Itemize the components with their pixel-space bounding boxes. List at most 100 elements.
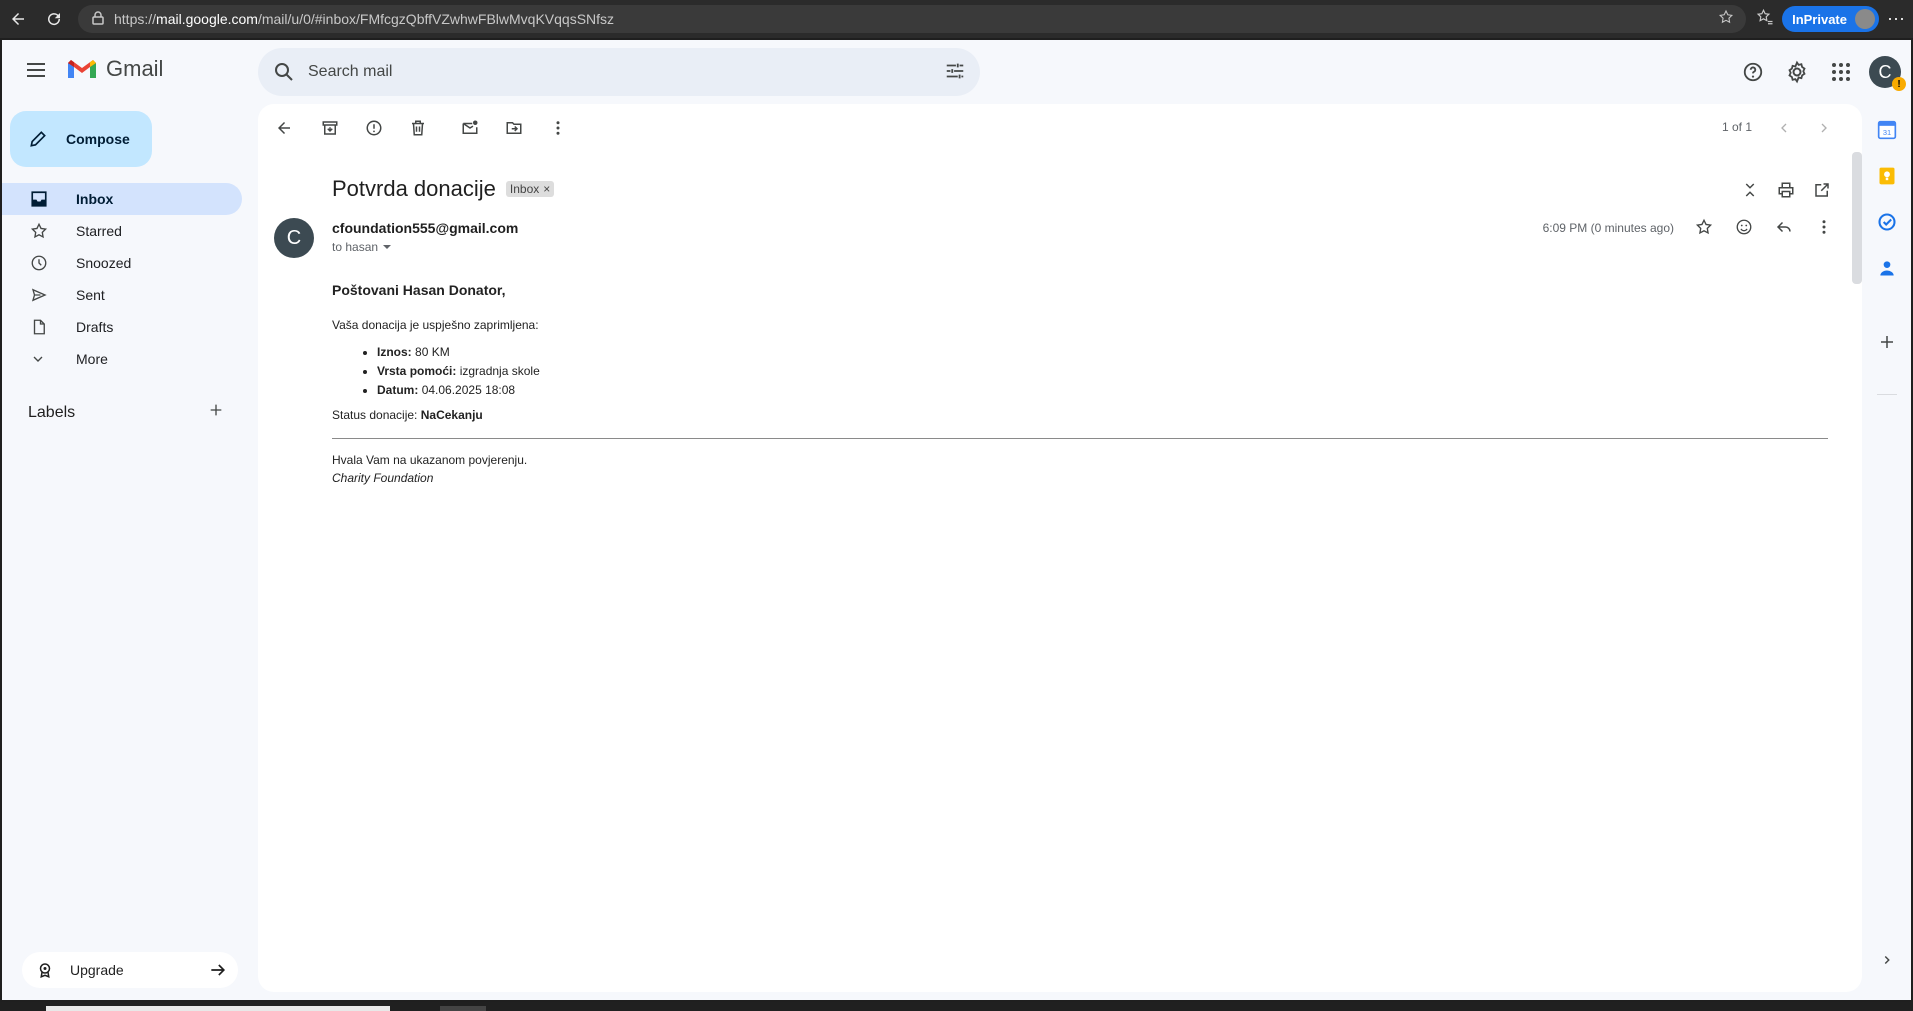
detail-value: 80 KM xyxy=(415,345,450,359)
calendar-icon[interactable]: 31 xyxy=(1875,118,1899,142)
sender-avatar[interactable]: C xyxy=(274,218,314,258)
taskbar-item[interactable] xyxy=(46,1006,390,1011)
mark-unread-icon xyxy=(462,120,478,134)
sidebar-item-inbox[interactable]: Inbox xyxy=(2,183,242,215)
mark-unread-button[interactable] xyxy=(454,112,486,144)
os-taskbar xyxy=(0,1002,1913,1011)
url-prefix: https:// xyxy=(114,11,157,27)
gmail-m-icon xyxy=(68,60,96,78)
vertical-dots-icon[interactable] xyxy=(1812,215,1836,239)
search-input[interactable] xyxy=(308,63,908,81)
more-options-icon[interactable]: ⋯ xyxy=(1887,9,1905,30)
report-spam-button[interactable] xyxy=(358,112,390,144)
account-initial: C xyxy=(1878,61,1892,82)
sidebar-item-starred[interactable]: Starred xyxy=(2,215,242,247)
contacts-icon[interactable] xyxy=(1875,256,1899,280)
sidebar-item-label: Snoozed xyxy=(76,255,132,271)
sidebar-item-drafts[interactable]: Drafts xyxy=(2,311,242,343)
favorite-star-icon[interactable] xyxy=(1718,9,1734,28)
gmail-logo[interactable]: Gmail xyxy=(66,56,163,82)
settings-gear-icon[interactable] xyxy=(1781,52,1813,92)
caret-down-icon xyxy=(383,245,392,249)
star-icon[interactable] xyxy=(1692,215,1716,239)
account-avatar[interactable]: C ! xyxy=(1869,56,1906,91)
tasks-icon[interactable] xyxy=(1875,210,1899,234)
open-new-window-icon[interactable] xyxy=(1810,178,1834,202)
move-to-button[interactable] xyxy=(498,112,530,144)
help-icon[interactable] xyxy=(1737,52,1769,92)
inprivate-badge[interactable]: InPrivate xyxy=(1782,6,1879,32)
message-toolbar: 1 of 1 xyxy=(258,104,1862,152)
print-icon[interactable] xyxy=(1774,178,1798,202)
detail-key: Datum: xyxy=(377,383,419,397)
newer-button[interactable] xyxy=(1768,112,1800,144)
main-menu-icon[interactable] xyxy=(24,58,52,86)
sidebar-item-snoozed[interactable]: Snoozed xyxy=(2,247,242,279)
award-badge-icon xyxy=(39,963,51,978)
sidebar-item-more[interactable]: More xyxy=(2,343,242,375)
back-to-inbox-button[interactable] xyxy=(268,112,300,144)
search-icon[interactable] xyxy=(272,60,296,84)
email-subject-line: Potvrda donacije Inbox × xyxy=(332,176,555,202)
inprivate-label: InPrivate xyxy=(1792,11,1847,27)
gmail-app: Gmail C ! xyxy=(2,40,1911,1000)
status-label: Status donacije: xyxy=(332,408,418,422)
delete-button[interactable] xyxy=(402,112,434,144)
sidebar-item-label: Drafts xyxy=(76,319,114,335)
inbox-icon xyxy=(30,190,50,208)
browser-right-controls: InPrivate ⋯ xyxy=(1756,0,1913,38)
chevron-right-icon[interactable] xyxy=(1875,948,1899,972)
archive-icon xyxy=(322,121,338,135)
pager-text: 1 of 1 xyxy=(1721,120,1752,134)
add-label-plus-icon[interactable] xyxy=(208,402,224,423)
sidebar-item-label: More xyxy=(76,351,108,367)
status-value: NaCekanju xyxy=(420,408,483,422)
vertical-dots-icon xyxy=(556,121,560,135)
gmail-header: Gmail C ! xyxy=(2,40,1911,104)
arrow-left-icon xyxy=(278,122,290,134)
archive-button[interactable] xyxy=(314,112,346,144)
subject-actions xyxy=(1738,178,1834,202)
detail-key: Vrsta pomoći: xyxy=(377,364,457,378)
older-button[interactable] xyxy=(1808,112,1840,144)
label-chip-text: Inbox xyxy=(509,182,540,196)
add-addon-plus-icon[interactable] xyxy=(1875,330,1899,354)
address-bar[interactable]: https://mail.google.com/mail/u/0/#inbox/… xyxy=(78,5,1746,33)
sidebar-item-sent[interactable]: Sent xyxy=(2,279,242,311)
inbox-label-chip[interactable]: Inbox × xyxy=(505,181,555,197)
keep-icon[interactable] xyxy=(1875,164,1899,188)
collapse-all-icon[interactable] xyxy=(1738,178,1762,202)
detail-help-type: Vrsta pomoći: izgradnja skole xyxy=(377,364,1832,379)
search-bar[interactable] xyxy=(258,48,980,96)
compose-button[interactable]: Compose xyxy=(10,111,152,167)
upgrade-button[interactable]: Upgrade xyxy=(22,952,238,988)
taskbar-item[interactable] xyxy=(440,1006,486,1011)
signature: Charity Foundation xyxy=(332,471,434,485)
detail-value: izgradnja skole xyxy=(459,364,540,378)
search-options-icon[interactable] xyxy=(944,60,966,87)
reply-icon[interactable] xyxy=(1772,215,1796,239)
more-actions-button[interactable] xyxy=(542,112,574,144)
account-warning-icon: ! xyxy=(1892,77,1906,91)
app-name: Gmail xyxy=(106,56,164,81)
favorites-icon[interactable] xyxy=(1756,8,1774,31)
labels-section-header: Labels xyxy=(28,402,224,423)
recipient-line[interactable]: to hasan xyxy=(332,240,392,254)
donation-status: Status donacije: NaCekanju xyxy=(332,408,1832,422)
browser-refresh-button[interactable] xyxy=(36,0,72,38)
detail-amount: Iznos: 80 KM xyxy=(377,345,1832,360)
apps-grid-icon[interactable] xyxy=(1825,52,1857,92)
sidebar-nav: Inbox Starred Snoozed Sent Drafts More xyxy=(2,183,242,375)
sender-email[interactable]: cfoundation555@gmail.com xyxy=(332,220,518,236)
browser-back-button[interactable] xyxy=(0,0,36,38)
labels-heading: Labels xyxy=(28,403,76,421)
remove-label-close-icon[interactable]: × xyxy=(543,182,550,196)
thanks-text: Hvala Vam na ukazanom povjerenju. xyxy=(332,453,528,467)
scrollbar-thumb[interactable] xyxy=(1852,152,1862,284)
move-folder-icon xyxy=(506,122,522,134)
trash-icon xyxy=(412,120,424,136)
sidebar-item-label: Starred xyxy=(76,223,122,239)
emoji-reaction-icon[interactable] xyxy=(1732,215,1756,239)
url-path: /mail/u/0/#inbox/FMfcgzQbffVZwhwFBlwMvqK… xyxy=(257,11,615,27)
divider xyxy=(332,438,1828,439)
